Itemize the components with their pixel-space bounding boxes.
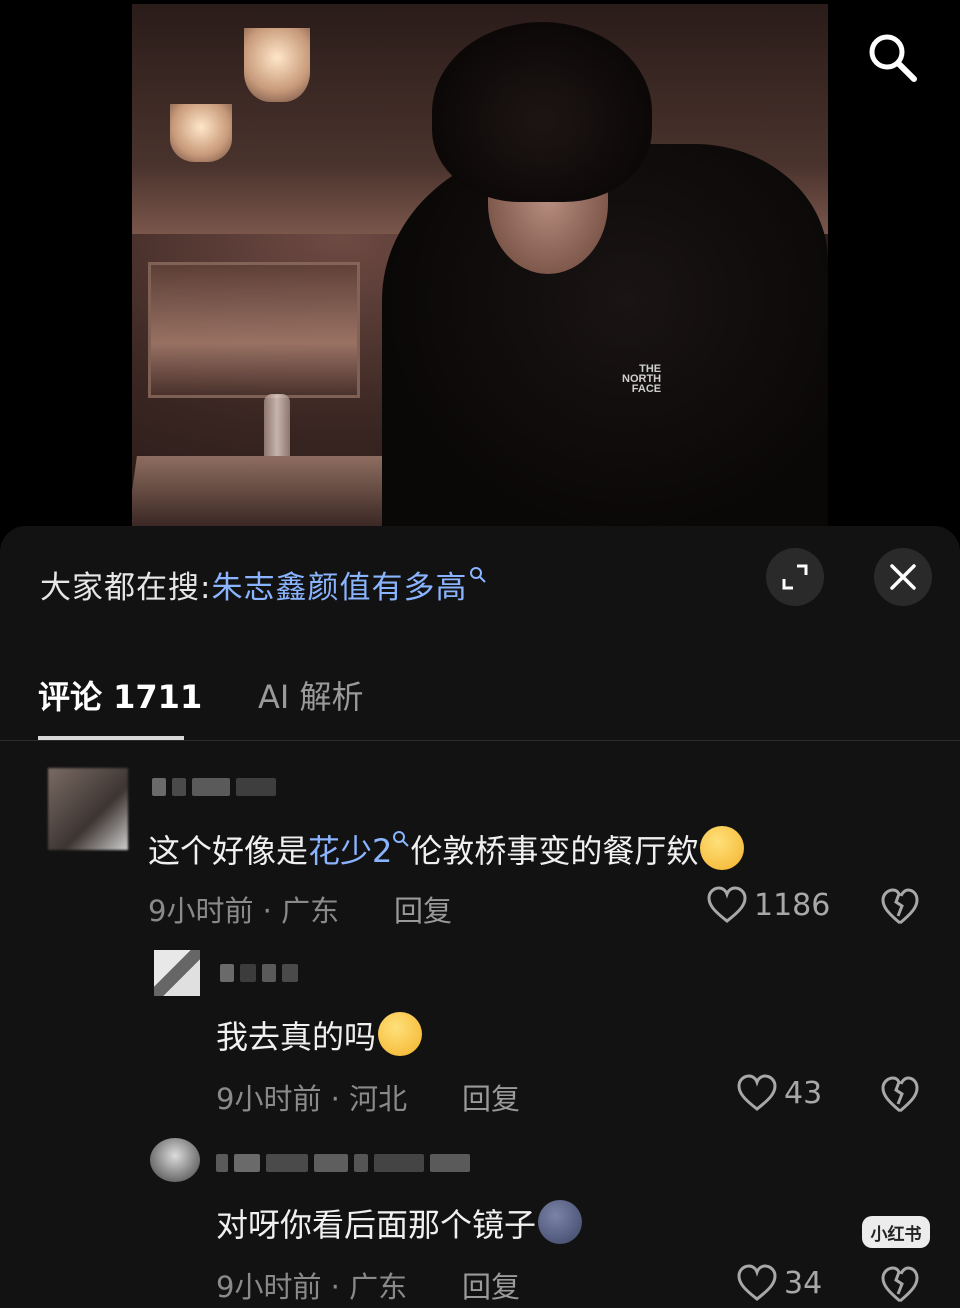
expand-icon xyxy=(782,564,808,590)
comment-meta: 9小时前 · 广东 xyxy=(148,894,340,928)
trending-keyword-link[interactable]: 朱志鑫颜值有多高 xyxy=(211,570,467,606)
like-count: 1186 xyxy=(754,887,831,923)
comment-topic-link[interactable]: 花少2 xyxy=(308,832,392,870)
expand-button[interactable] xyxy=(766,548,824,606)
search-icon xyxy=(869,34,917,82)
search-button[interactable] xyxy=(862,28,922,88)
video-frame[interactable]: THE NORTH FACE xyxy=(132,4,828,526)
comment-meta: 9小时前 · 广东 xyxy=(216,1270,408,1304)
heart-icon xyxy=(707,886,747,923)
close-button[interactable] xyxy=(874,548,932,606)
reply-button[interactable]: 回复 xyxy=(462,1264,520,1306)
like-button[interactable]: 1186 xyxy=(706,886,830,924)
divider xyxy=(0,740,960,741)
dislike-button[interactable] xyxy=(880,1076,920,1114)
tab-comments[interactable]: 评论 1711 xyxy=(38,672,202,718)
comment-text: 这个好像是花少2 伦敦桥事变的餐厅欸 xyxy=(148,826,745,872)
reply-button[interactable]: 回复 xyxy=(462,1076,520,1118)
crying-face-emoji xyxy=(700,826,745,870)
username-blurred[interactable] xyxy=(220,962,298,984)
avatar[interactable] xyxy=(150,1138,200,1182)
close-icon xyxy=(890,564,916,590)
pendant-lamp xyxy=(170,104,232,162)
username-blurred[interactable] xyxy=(216,1152,470,1174)
pleading-face-emoji xyxy=(378,1012,423,1056)
search-icon xyxy=(393,831,410,847)
reply-button[interactable]: 回复 xyxy=(394,888,452,930)
dislike-button[interactable] xyxy=(880,1266,920,1304)
person-hair xyxy=(432,22,652,202)
jacket-logo: THE NORTH FACE xyxy=(622,363,662,395)
avatar[interactable] xyxy=(154,950,200,996)
trending-search[interactable]: 大家都在搜:朱志鑫颜值有多高 xyxy=(40,562,487,607)
search-icon xyxy=(470,567,487,583)
username-blurred[interactable] xyxy=(152,776,276,798)
like-count: 34 xyxy=(784,1265,823,1301)
comment-meta: 9小时前 · 河北 xyxy=(216,1082,408,1116)
broken-heart-icon xyxy=(881,888,919,925)
heart-icon xyxy=(737,1264,777,1301)
avatar[interactable] xyxy=(48,768,128,850)
new-moon-face-emoji xyxy=(538,1200,583,1244)
tab-ai-analysis[interactable]: AI 解析 xyxy=(258,672,364,718)
broken-heart-icon xyxy=(881,1076,919,1113)
comment-text: 对呀你看后面那个镜子 xyxy=(216,1200,583,1246)
table xyxy=(132,456,407,526)
broken-heart-icon xyxy=(881,1266,919,1303)
pendant-lamp xyxy=(244,28,310,102)
dislike-button[interactable] xyxy=(880,888,920,926)
like-button[interactable]: 43 xyxy=(736,1074,822,1112)
watermark-logo: 小红书 xyxy=(862,1216,930,1248)
heart-icon xyxy=(737,1074,777,1111)
like-button[interactable]: 34 xyxy=(736,1264,822,1302)
trending-label: 大家都在搜: xyxy=(40,570,212,606)
comment-text: 我去真的吗 xyxy=(216,1012,423,1058)
like-count: 43 xyxy=(784,1075,823,1111)
mirror xyxy=(148,262,360,398)
